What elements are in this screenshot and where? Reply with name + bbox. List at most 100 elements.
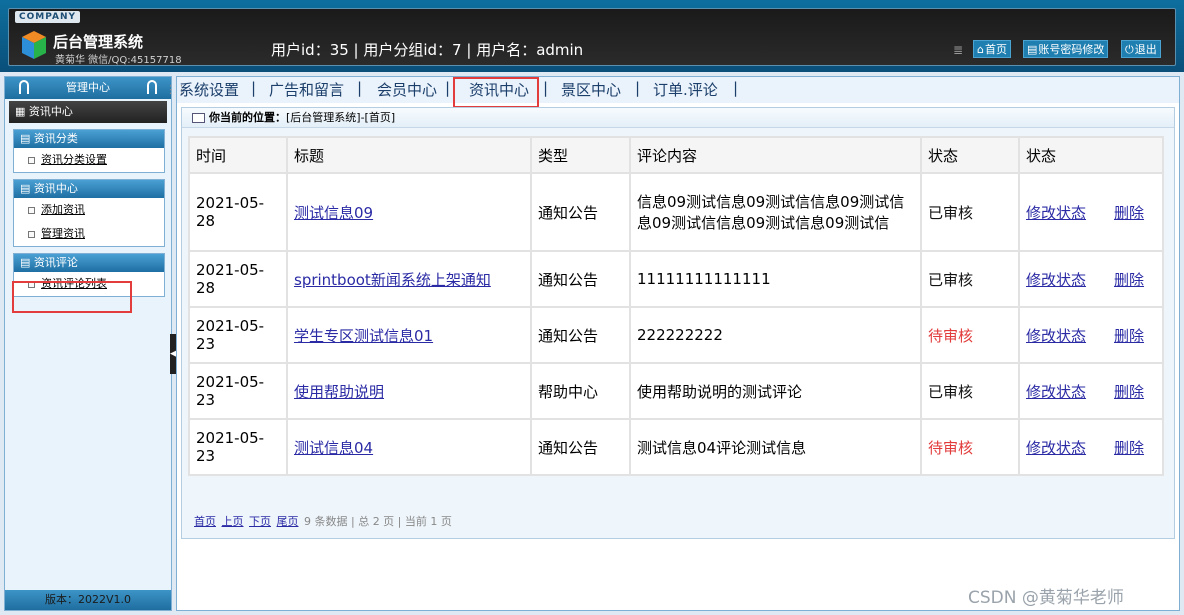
cell-actions: 修改状态 删除	[1020, 252, 1162, 306]
cell-time: 2021-05-23	[190, 420, 286, 474]
edit-status-link[interactable]: 修改状态	[1026, 439, 1086, 457]
cell-type: 帮助中心	[532, 364, 629, 418]
cell-title: 使用帮助说明	[288, 364, 530, 418]
logout-button[interactable]: ⏻退出	[1121, 40, 1161, 58]
table-row: 2021-05-28 sprintboot新闻系统上架通知 通知公告 11111111…	[190, 252, 1162, 306]
prev-page-link[interactable]: 上页	[222, 515, 244, 528]
system-subtitle: 黄菊华 微信/QQ:45157718	[55, 55, 182, 66]
document-icon: ▤	[1027, 43, 1038, 56]
nav-item-scenic[interactable]: 景区中心	[561, 79, 621, 100]
column-header-title: 标题	[288, 138, 530, 172]
sidebar-group-news-center: ▤ 资讯中心 添加资讯 管理资讯	[13, 179, 165, 247]
sidebar-current-section: ▦ 资讯中心	[9, 101, 167, 123]
cell-title-link[interactable]: 使用帮助说明	[294, 383, 384, 401]
edit-status-link[interactable]: 修改状态	[1026, 271, 1086, 289]
next-page-link[interactable]: 下页	[249, 515, 271, 528]
power-icon: ⏻	[1125, 43, 1134, 56]
content-box: 你当前的位置：[后台管理系统]-[首页] 时间 标题 类型 评论内容 状态 状态…	[181, 107, 1175, 539]
table-header-row: 时间 标题 类型 评论内容 状态 状态	[190, 138, 1162, 172]
cell-time: 2021-05-23	[190, 364, 286, 418]
cell-status: 已审核	[922, 364, 1018, 418]
column-header-time: 时间	[190, 138, 286, 172]
cell-type: 通知公告	[532, 174, 629, 250]
table-row: 2021-05-23 使用帮助说明 帮助中心 使用帮助说明的测试评论 已审核 修改状态 删除	[190, 364, 1162, 418]
cell-time: 2021-05-28	[190, 252, 286, 306]
column-header-type: 类型	[532, 138, 629, 172]
cell-content: 测试信息04评论测试信息	[631, 420, 920, 474]
cell-status: 待审核	[922, 308, 1018, 362]
pin-icon	[19, 80, 29, 94]
list-icon: ▤	[20, 182, 34, 195]
nav-active-highlight	[453, 77, 539, 108]
top-nav: ⋮⋮ 系统设置 | 广告和留言 | 会员中心 | 资讯中心 | 景区中心 | 订…	[165, 77, 1179, 108]
cell-status: 待审核	[922, 420, 1018, 474]
list-icon: ▤	[20, 256, 34, 269]
cell-title-link[interactable]: sprintboot新闻系统上架通知	[294, 271, 491, 289]
sidebar-highlight-box	[12, 281, 132, 313]
user-info: 用户id：35 | 用户分组id：7 | 用户名：admin	[271, 41, 584, 59]
pagination: 首页 上页 下页 尾页 9 条数据 | 总 2 页 | 当前 1 页	[194, 513, 452, 529]
sidebar-group-title[interactable]: ▤ 资讯评论	[14, 254, 164, 272]
nav-item-system-settings[interactable]: 系统设置	[179, 79, 239, 100]
edit-status-link[interactable]: 修改状态	[1026, 327, 1086, 345]
last-page-link[interactable]: 尾页	[277, 515, 299, 528]
nav-item-orders[interactable]: 订单.评论	[653, 79, 718, 100]
breadcrumb: 你当前的位置：[后台管理系统]-[首页]	[182, 108, 1174, 128]
cell-title-link[interactable]: 学生专区测试信息01	[294, 327, 433, 345]
cell-title-link[interactable]: 测试信息04	[294, 439, 373, 457]
version-footer: 版本：2022V1.0	[5, 590, 171, 610]
window-icon	[192, 113, 205, 123]
cell-type: 通知公告	[532, 308, 629, 362]
top-header: COMPANY 后台管理系统 黄菊华 微信/QQ:45157718 用户id：3…	[0, 0, 1184, 72]
home-icon: ⌂	[977, 43, 984, 56]
pagination-summary: 9 条数据 | 总 2 页 | 当前 1 页	[304, 515, 452, 528]
cell-type: 通知公告	[532, 252, 629, 306]
bullet-icon	[28, 230, 35, 238]
cell-content: 222222222	[631, 308, 920, 362]
cube-logo-icon	[22, 31, 46, 59]
column-header-status: 状态	[922, 138, 1018, 172]
delete-link[interactable]: 删除	[1114, 204, 1144, 222]
list-icon: ▤	[20, 132, 34, 145]
left-sidebar: 管理中心 ▦ 资讯中心 ▤ 资讯分类 资讯分类设置 ▤ 资讯中心 添加资讯 管理…	[4, 76, 172, 611]
sidebar-item-add-news[interactable]: 添加资讯	[14, 198, 164, 222]
cell-time: 2021-05-23	[190, 308, 286, 362]
grid-icon: ▦	[15, 105, 29, 118]
first-page-link[interactable]: 首页	[194, 515, 216, 528]
watermark: CSDN @黄菊华老师	[968, 588, 1124, 608]
delete-link[interactable]: 删除	[1114, 383, 1144, 401]
cell-title: 学生专区测试信息01	[288, 308, 530, 362]
menu-lines-icon: ≣	[953, 43, 964, 57]
bullet-icon	[28, 156, 35, 164]
edit-status-link[interactable]: 修改状态	[1026, 204, 1086, 222]
cell-status: 已审核	[922, 174, 1018, 250]
home-button[interactable]: ⌂首页	[973, 40, 1011, 58]
comments-table: 时间 标题 类型 评论内容 状态 状态 2021-05-28 测试信息09 通知公告…	[188, 136, 1164, 476]
cell-content: 信息09测试信息09测试信信息09测试信息09测试信信息09测试信息09测试信	[631, 174, 920, 250]
sidebar-group-title[interactable]: ▤ 资讯分类	[14, 130, 164, 148]
main-panel: ⋮⋮ 系统设置 | 广告和留言 | 会员中心 | 资讯中心 | 景区中心 | 订…	[165, 76, 1180, 611]
cell-title: 测试信息09	[288, 174, 530, 250]
cell-content: 11111111111111	[631, 252, 920, 306]
header-bar: COMPANY 后台管理系统 黄菊华 微信/QQ:45157718 用户id：3…	[8, 8, 1176, 66]
sidebar-item-category-settings[interactable]: 资讯分类设置	[14, 148, 164, 172]
change-password-button[interactable]: ▤账号密码修改	[1023, 40, 1109, 58]
delete-link[interactable]: 删除	[1114, 271, 1144, 289]
table-row: 2021-05-23 学生专区测试信息01 通知公告 222222222 待审核 修改状态…	[190, 308, 1162, 362]
bullet-icon	[28, 206, 35, 214]
cell-content: 使用帮助说明的测试评论	[631, 364, 920, 418]
delete-link[interactable]: 删除	[1114, 439, 1144, 457]
nav-item-ads[interactable]: 广告和留言	[269, 79, 344, 100]
column-header-content: 评论内容	[631, 138, 920, 172]
company-badge: COMPANY	[15, 11, 80, 23]
sidebar-group-title[interactable]: ▤ 资讯中心	[14, 180, 164, 198]
nav-item-members[interactable]: 会员中心	[377, 79, 437, 100]
delete-link[interactable]: 删除	[1114, 327, 1144, 345]
edit-status-link[interactable]: 修改状态	[1026, 383, 1086, 401]
cell-time: 2021-05-28	[190, 174, 286, 250]
cell-actions: 修改状态 删除	[1020, 420, 1162, 474]
table-row: 2021-05-28 测试信息09 通知公告 信息09测试信息09测试信信息09测试信…	[190, 174, 1162, 250]
sidebar-item-manage-news[interactable]: 管理资讯	[14, 222, 164, 246]
cell-title-link[interactable]: 测试信息09	[294, 204, 373, 222]
cell-type: 通知公告	[532, 420, 629, 474]
